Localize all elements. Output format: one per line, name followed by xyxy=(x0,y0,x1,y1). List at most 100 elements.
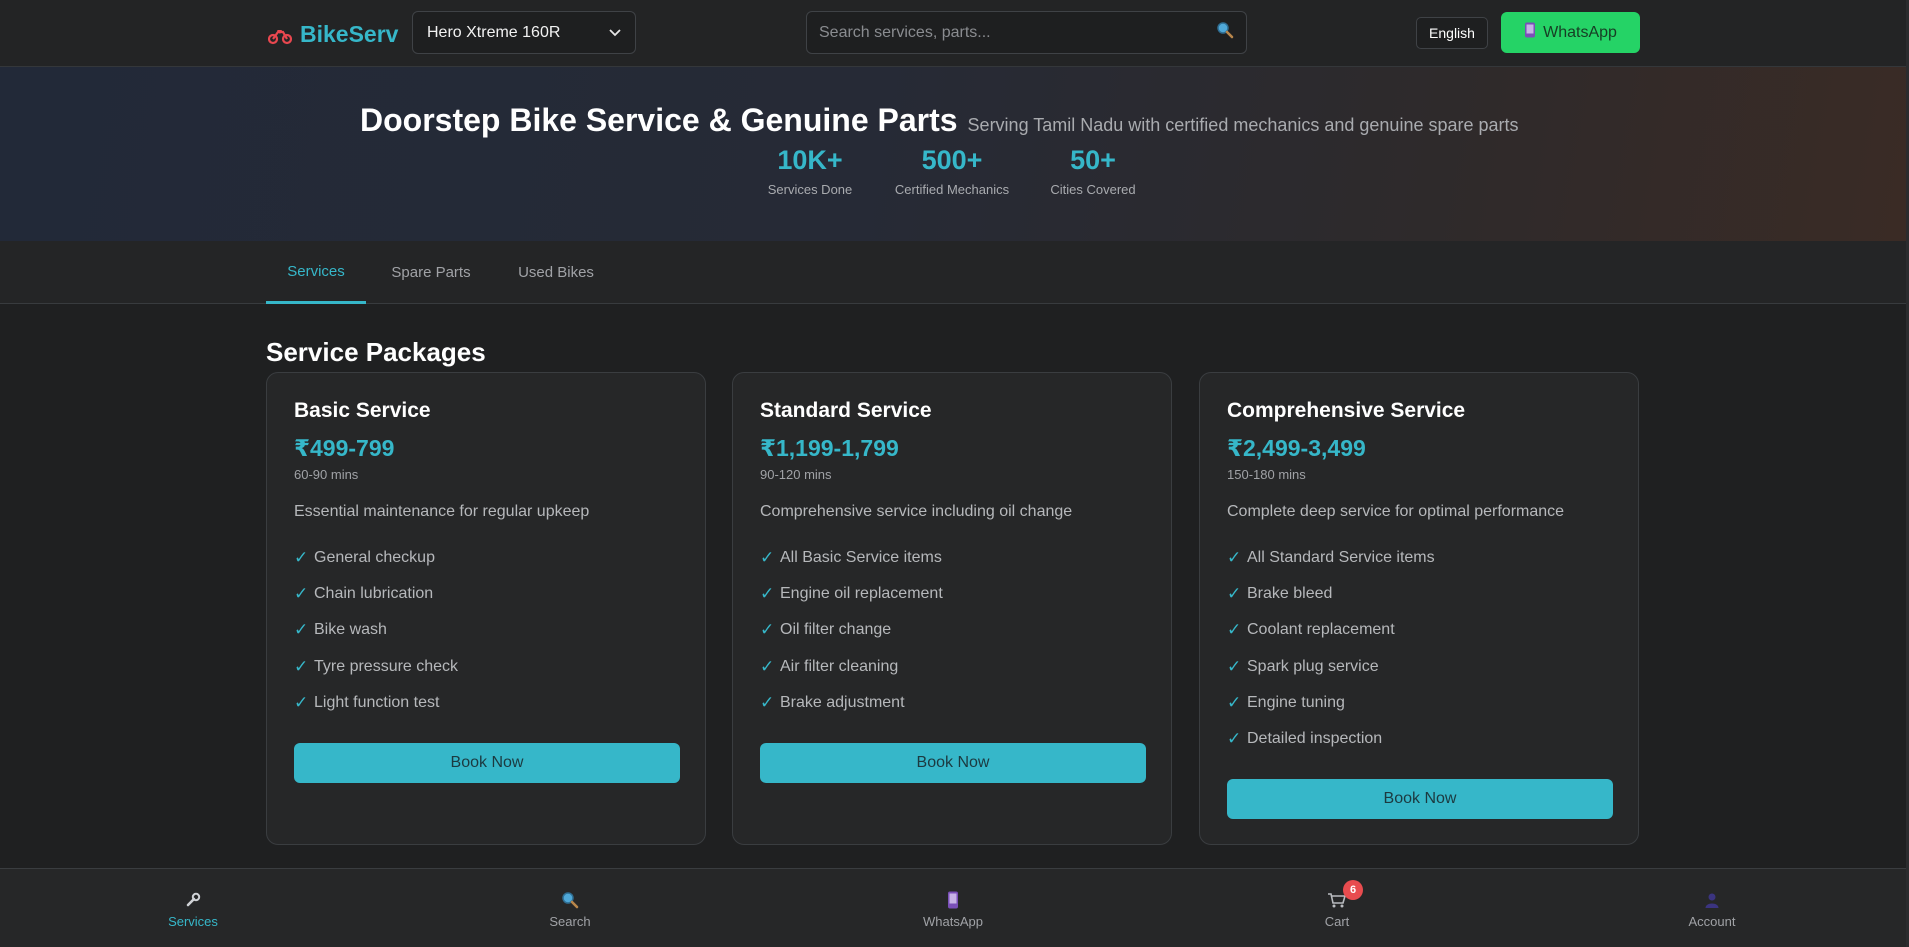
brand-logo[interactable]: BikeServ xyxy=(267,19,399,49)
feature-item: ✓ Coolant replacement xyxy=(1227,612,1435,648)
feature-text: Spark plug service xyxy=(1247,657,1379,675)
checkmark-icon: ✓ xyxy=(760,548,775,568)
feature-item: ✓ Tyre pressure check xyxy=(294,649,458,685)
feature-item: ✓ General checkup xyxy=(294,540,458,576)
checkmark-icon: ✓ xyxy=(760,584,775,604)
feature-list: ✓ All Basic Service items ✓ Engine oil rep… xyxy=(760,540,943,721)
stat-label: Cities Covered xyxy=(1050,182,1136,197)
feature-text: Engine tuning xyxy=(1247,693,1345,711)
package-card-standard: Standard Service ₹1,199-1,799 90-120 min… xyxy=(732,372,1172,845)
book-now-button[interactable]: Book Now xyxy=(760,743,1146,783)
package-description: Complete deep service for optimal perfor… xyxy=(1227,503,1565,520)
feature-item: ✓ All Basic Service items xyxy=(760,540,943,576)
feature-item: ✓ Spark plug service xyxy=(1227,649,1435,685)
feature-item: ✓ Brake adjustment xyxy=(760,685,943,721)
feature-text: Coolant replacement xyxy=(1247,621,1395,639)
nav-label: Search xyxy=(549,913,591,929)
stat-value: 500+ xyxy=(921,145,983,175)
search-icon xyxy=(561,889,579,911)
tab-services[interactable]: Services xyxy=(266,241,366,304)
package-price: ₹2,499-3,499 xyxy=(1227,435,1366,461)
feature-item: ✓ Engine tuning xyxy=(1227,685,1435,721)
category-tabs: Services Spare Parts Used Bikes xyxy=(0,241,1906,304)
package-description: Comprehensive service including oil chan… xyxy=(760,503,1073,520)
stat-label: Certified Mechanics xyxy=(894,182,1010,197)
checkmark-icon: ✓ xyxy=(760,692,775,712)
top-header: BikeServ Hero Xtreme 160R English WhatsA… xyxy=(0,0,1906,67)
checkmark-icon: ✓ xyxy=(294,656,309,676)
nav-cart[interactable]: Cart 6 xyxy=(1277,869,1397,947)
feature-text: Chain lubrication xyxy=(314,585,434,603)
tab-spare-parts[interactable]: Spare Parts xyxy=(378,241,484,304)
checkmark-icon: ✓ xyxy=(1227,584,1242,604)
package-price: ₹499-799 xyxy=(294,435,395,461)
hero-subtitle: Serving Tamil Nadu with certified mechan… xyxy=(967,115,1519,135)
motorbike-icon xyxy=(267,24,293,45)
feature-text: Bike wash xyxy=(314,621,387,639)
stat-cities-covered: 50+ Cities Covered xyxy=(1028,145,1158,197)
search-bar xyxy=(806,11,1247,54)
stat-value: 10K+ xyxy=(777,145,843,175)
phone-icon xyxy=(947,889,959,911)
nav-label: WhatsApp xyxy=(923,913,983,929)
language-selector[interactable]: English xyxy=(1416,17,1488,49)
package-name: Standard Service xyxy=(760,399,932,422)
feature-text: Tyre pressure check xyxy=(314,657,459,675)
stat-services-done: 10K+ Services Done xyxy=(745,145,875,197)
feature-text: Brake adjustment xyxy=(780,693,905,711)
checkmark-icon: ✓ xyxy=(760,620,775,640)
package-name: Basic Service xyxy=(294,399,431,422)
checkmark-icon: ✓ xyxy=(294,692,309,712)
nav-account[interactable]: Account xyxy=(1652,869,1772,947)
feature-list: ✓ All Standard Service items ✓ Brake bleed… xyxy=(1227,540,1435,757)
checkmark-icon: ✓ xyxy=(1227,620,1242,640)
stat-value: 50+ xyxy=(1070,145,1116,175)
hero-heading: Doorstep Bike Service & Genuine Parts Se… xyxy=(360,102,1519,139)
wrench-icon xyxy=(185,889,201,911)
package-duration: 150-180 mins xyxy=(1227,467,1306,482)
language-label: English xyxy=(1429,25,1475,41)
feature-item: ✓ Air filter cleaning xyxy=(760,649,943,685)
checkmark-icon: ✓ xyxy=(1227,729,1242,749)
feature-item: ✓ Oil filter change xyxy=(760,612,943,648)
search-icon[interactable] xyxy=(1216,21,1234,44)
stat-label: Services Done xyxy=(767,182,853,197)
hero-title: Doorstep Bike Service & Genuine Parts xyxy=(360,102,958,138)
bottom-navigation: Services Search WhatsApp Cart 6 Account xyxy=(0,868,1906,947)
feature-list: ✓ General checkup ✓ Chain lubrication ✓ Bik… xyxy=(294,540,458,721)
feature-text: Detailed inspection xyxy=(1247,730,1383,748)
tab-used-bikes[interactable]: Used Bikes xyxy=(506,241,606,304)
cart-count-badge: 6 xyxy=(1343,880,1363,900)
package-card-basic: Basic Service ₹499-799 60-90 mins Essent… xyxy=(266,372,706,845)
feature-item: ✓ Detailed inspection xyxy=(1227,721,1435,757)
whatsapp-button[interactable]: WhatsApp xyxy=(1501,12,1640,53)
feature-item: ✓ Chain lubrication xyxy=(294,576,458,612)
feature-text: All Basic Service items xyxy=(780,549,942,567)
nav-label: Services xyxy=(168,913,218,929)
search-input[interactable] xyxy=(819,23,1216,42)
bike-model-select[interactable]: Hero Xtreme 160R xyxy=(412,11,636,54)
feature-item: ✓ Bike wash xyxy=(294,612,458,648)
nav-search[interactable]: Search xyxy=(510,869,630,947)
feature-text: Light function test xyxy=(314,693,440,711)
feature-text: Engine oil replacement xyxy=(780,585,943,603)
book-now-button[interactable]: Book Now xyxy=(294,743,680,783)
section-title: Service Packages xyxy=(266,337,486,367)
checkmark-icon: ✓ xyxy=(760,656,775,676)
book-now-button[interactable]: Book Now xyxy=(1227,779,1613,819)
checkmark-icon: ✓ xyxy=(1227,656,1242,676)
whatsapp-label: WhatsApp xyxy=(1543,23,1617,41)
nav-whatsapp[interactable]: WhatsApp xyxy=(893,869,1013,947)
package-card-comprehensive: Comprehensive Service ₹2,499-3,499 150-1… xyxy=(1199,372,1639,845)
feature-item: ✓ All Standard Service items xyxy=(1227,540,1435,576)
phone-icon xyxy=(1524,22,1536,43)
feature-text: Air filter cleaning xyxy=(780,657,899,675)
nav-services[interactable]: Services xyxy=(133,869,253,947)
brand-name: BikeServ xyxy=(300,20,399,47)
package-name: Comprehensive Service xyxy=(1227,399,1466,422)
hero-banner: Doorstep Bike Service & Genuine Parts Se… xyxy=(0,67,1906,241)
nav-label: Cart xyxy=(1324,913,1350,929)
checkmark-icon: ✓ xyxy=(294,620,309,640)
nav-label: Account xyxy=(1688,913,1736,929)
user-icon xyxy=(1704,889,1720,911)
